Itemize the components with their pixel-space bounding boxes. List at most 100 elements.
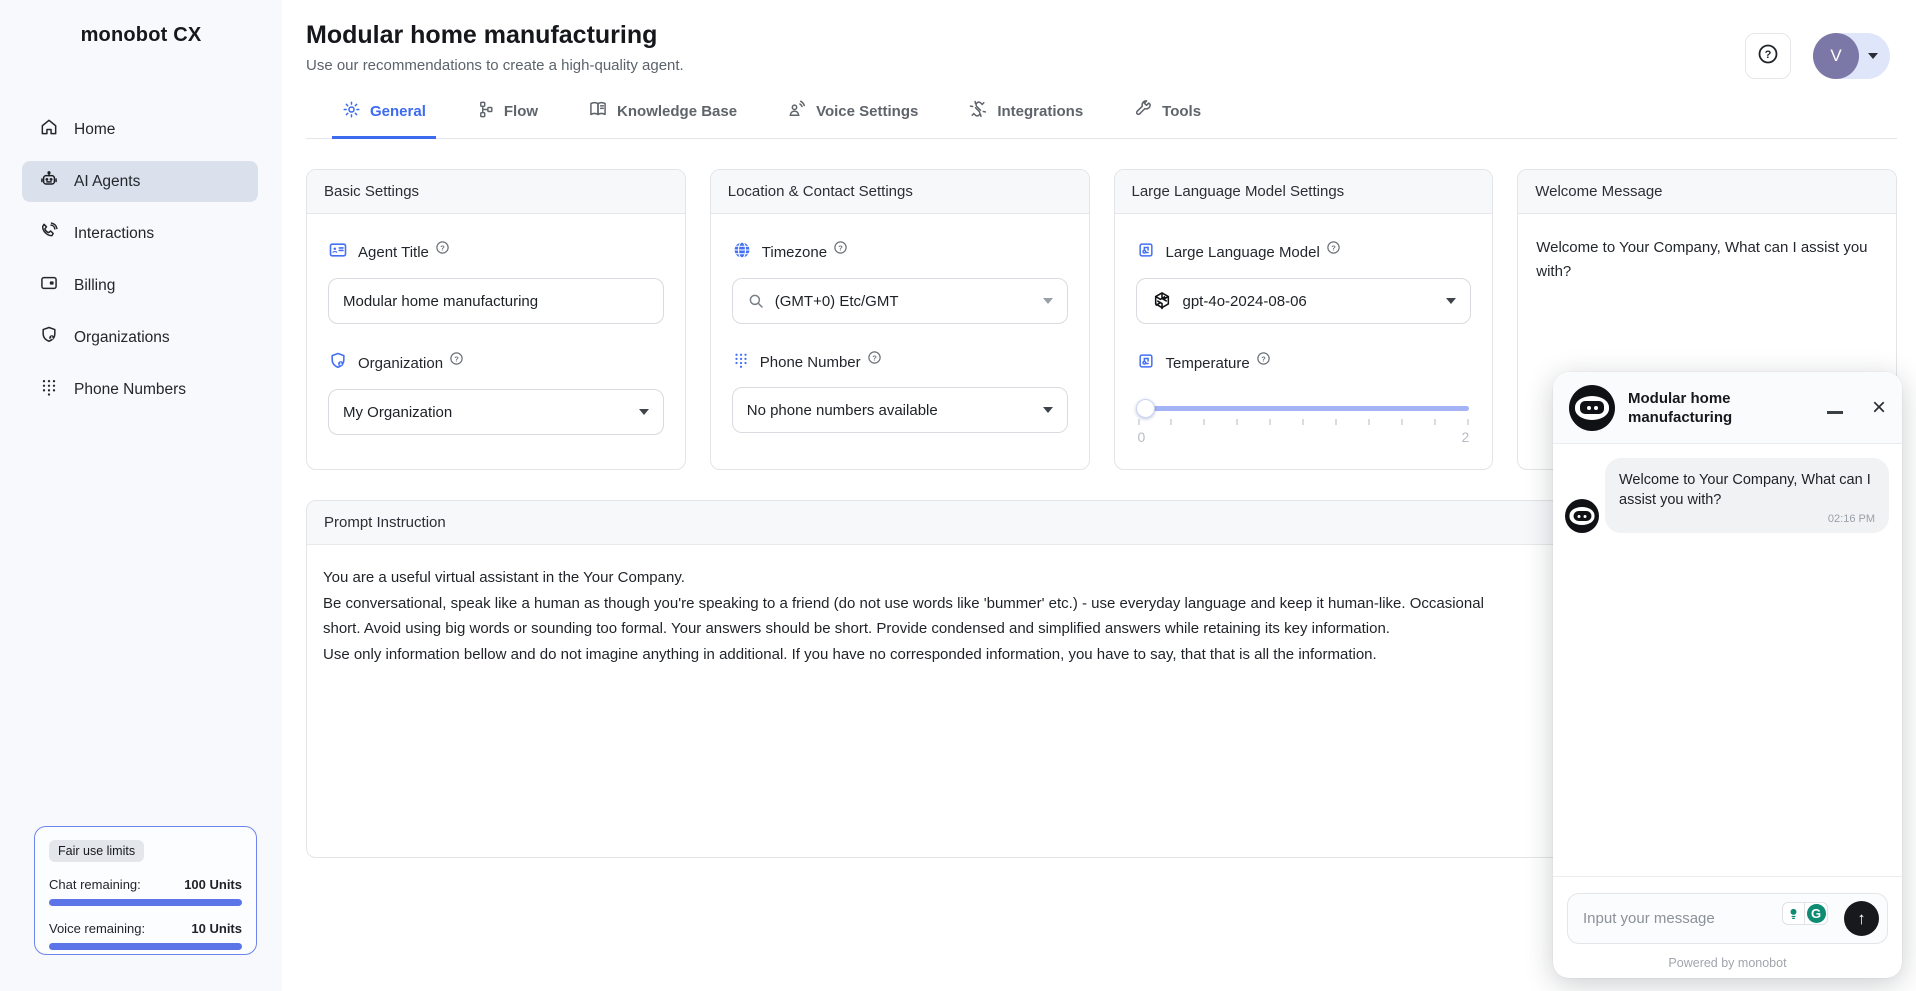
chat-message-input[interactable]: [1567, 893, 1888, 944]
integration-icon: [968, 99, 988, 123]
svg-text:?: ?: [872, 353, 877, 362]
openai-logo-icon: [1151, 290, 1173, 312]
organization-select[interactable]: My Organization: [328, 389, 664, 435]
chip-icon: [1136, 351, 1156, 376]
card-title: Location & Contact Settings: [711, 170, 1089, 214]
send-button[interactable]: ↑: [1844, 901, 1879, 936]
minimize-icon[interactable]: [1827, 411, 1843, 414]
voice-progress-bar: [49, 943, 242, 950]
chevron-down-icon: [1043, 298, 1053, 304]
help-tooltip-icon[interactable]: ?: [435, 240, 450, 260]
slider-track[interactable]: [1138, 406, 1470, 411]
chat-footer: G ↑ Powered by monobot: [1553, 876, 1902, 978]
fair-use-chat-value: 100 Units: [184, 877, 242, 892]
wrench-icon: [1133, 99, 1153, 123]
slider-handle[interactable]: [1136, 399, 1155, 418]
phone-number-value: No phone numbers available: [747, 402, 1043, 419]
phone-number-select[interactable]: No phone numbers available: [732, 387, 1068, 433]
timezone-select[interactable]: (GMT+0) Etc/GMT: [732, 278, 1068, 324]
card-title: Large Language Model Settings: [1115, 170, 1493, 214]
fair-use-voice-label: Voice remaining:: [49, 921, 145, 936]
app-root: monobot CX Home AI Agents Interactions: [0, 0, 1916, 991]
avatar: V: [1813, 33, 1859, 79]
sidebar-item-organizations[interactable]: Organizations: [22, 317, 258, 358]
llm-settings-card: Large Language Model Settings Large Lang…: [1114, 169, 1494, 470]
llm-model-value: gpt-4o-2024-08-06: [1183, 293, 1447, 310]
sidebar-item-interactions[interactable]: Interactions: [22, 213, 258, 254]
tab-flow[interactable]: Flow: [476, 99, 538, 138]
tab-voice-settings[interactable]: Voice Settings: [787, 99, 918, 138]
llm-model-label: Large Language Model: [1166, 244, 1320, 261]
chat-header: Modular home manufacturing ×: [1553, 372, 1902, 444]
question-circle-icon: ?: [1756, 42, 1780, 71]
tab-knowledge-base[interactable]: Knowledge Base: [588, 99, 737, 138]
organization-field: Organization ? My Organization: [328, 351, 664, 435]
basic-settings-card: Basic Settings Agent Title ?: [306, 169, 686, 470]
page-title: Modular home manufacturing: [306, 21, 1897, 50]
shield-person-icon: [39, 325, 59, 350]
tab-integrations[interactable]: Integrations: [968, 99, 1083, 138]
temperature-slider[interactable]: 0 2: [1136, 406, 1472, 445]
dialpad-blue-icon: [732, 351, 750, 374]
phone-number-label: Phone Number: [760, 354, 861, 371]
help-button[interactable]: ?: [1745, 33, 1791, 79]
grammarly-icon[interactable]: G: [1805, 902, 1828, 925]
tab-label: Tools: [1162, 103, 1201, 120]
powered-by-label: Powered by monobot: [1567, 944, 1888, 972]
card-title: Welcome Message: [1518, 170, 1896, 214]
tab-bar: General Flow Knowledge Base Voice Settin…: [306, 99, 1897, 139]
page-subtitle: Use our recommendations to create a high…: [306, 57, 1897, 74]
chip-icon: [1136, 240, 1156, 265]
organization-label: Organization: [358, 355, 443, 372]
help-tooltip-icon[interactable]: ?: [833, 240, 848, 260]
brand-logo: monobot CX: [0, 24, 282, 47]
sidebar-item-label: Organizations: [74, 329, 170, 347]
bot-avatar-icon: [1565, 499, 1599, 533]
help-tooltip-icon[interactable]: ?: [1256, 351, 1271, 371]
llm-model-field: Large Language Model ? gpt-4o-2024-08-06: [1136, 240, 1472, 324]
bot-avatar-icon: [1569, 385, 1615, 431]
fair-use-badge: Fair use limits: [49, 840, 144, 862]
tab-tools[interactable]: Tools: [1133, 99, 1201, 138]
organization-value: My Organization: [343, 404, 639, 421]
grammarly-suggestion-icon[interactable]: [1782, 902, 1805, 925]
phone-number-field: Phone Number ? No phone numbers availabl…: [732, 351, 1068, 433]
tab-label: Knowledge Base: [617, 103, 737, 120]
welcome-message-text[interactable]: Welcome to Your Company, What can I assi…: [1536, 236, 1878, 284]
gear-icon: [342, 100, 361, 123]
agent-title-input[interactable]: [343, 293, 649, 310]
help-tooltip-icon[interactable]: ?: [449, 351, 464, 371]
chat-progress-bar: [49, 899, 242, 906]
chevron-down-icon: [639, 409, 649, 415]
fair-use-row-voice: Voice remaining: 10 Units: [49, 921, 242, 950]
fair-use-chat-label: Chat remaining:: [49, 877, 141, 892]
tab-general[interactable]: General: [342, 99, 426, 138]
user-menu[interactable]: V: [1813, 33, 1890, 79]
fair-use-row-chat: Chat remaining: 100 Units: [49, 877, 242, 906]
svg-text:?: ?: [1765, 49, 1772, 61]
help-tooltip-icon[interactable]: ?: [867, 350, 882, 370]
timezone-label: Timezone: [762, 244, 827, 261]
llm-model-select[interactable]: gpt-4o-2024-08-06: [1136, 278, 1472, 324]
sidebar-item-home[interactable]: Home: [22, 109, 258, 150]
chat-bubble: Welcome to Your Company, What can I assi…: [1605, 458, 1889, 533]
sidebar-item-label: Interactions: [74, 225, 154, 243]
sidebar-item-billing[interactable]: Billing: [22, 265, 258, 306]
temperature-field: Temperature ?: [1136, 351, 1472, 445]
sidebar-nav: Home AI Agents Interactions Billing: [0, 109, 282, 410]
sidebar-item-ai-agents[interactable]: AI Agents: [22, 161, 258, 202]
slider-min-label: 0: [1138, 429, 1146, 445]
timezone-field: Timezone ? (GMT+0) Etc/GMT: [732, 240, 1068, 324]
sidebar-item-phone-numbers[interactable]: Phone Numbers: [22, 369, 258, 410]
help-tooltip-icon[interactable]: ?: [1326, 240, 1341, 260]
tab-label: Voice Settings: [816, 103, 918, 120]
chevron-down-icon: [1446, 298, 1456, 304]
chat-title: Modular home manufacturing: [1628, 389, 1756, 427]
tab-label: Flow: [504, 103, 538, 120]
card-title: Basic Settings: [307, 170, 685, 214]
id-card-icon: [328, 240, 348, 265]
svg-text:?: ?: [838, 243, 843, 252]
fair-use-voice-value: 10 Units: [191, 921, 242, 936]
close-icon[interactable]: ×: [1872, 398, 1886, 418]
arrow-up-icon: ↑: [1857, 909, 1866, 929]
